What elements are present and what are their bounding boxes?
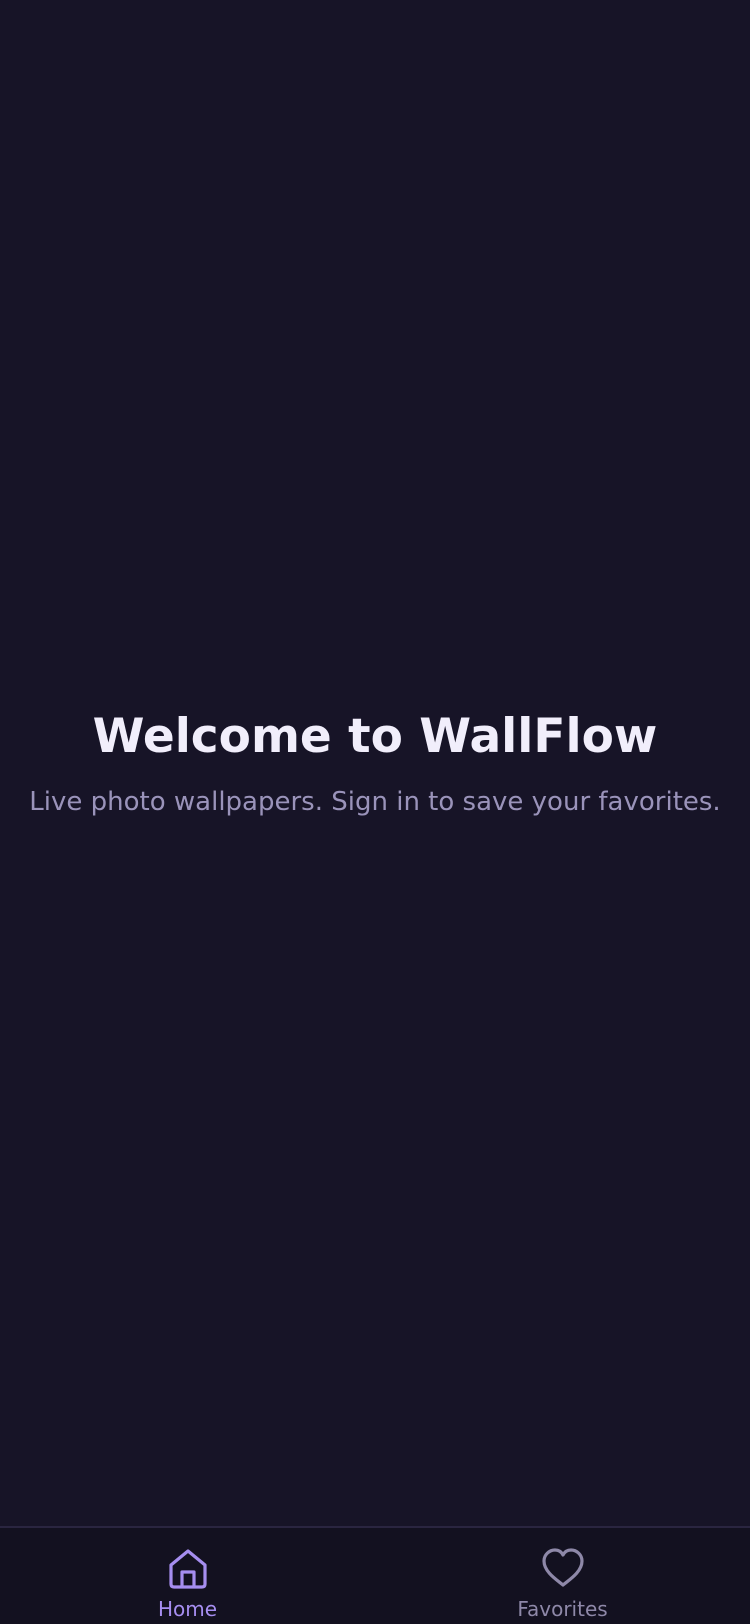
welcome-title: Welcome to WallFlow	[92, 709, 658, 764]
tab-favorites[interactable]: Favorites	[375, 1528, 750, 1624]
app-screen: Welcome to WallFlow Live photo wallpaper…	[0, 0, 750, 1624]
tab-home[interactable]: Home	[0, 1528, 375, 1624]
welcome-subtitle: Live photo wallpapers. Sign in to save y…	[29, 787, 721, 817]
heart-icon	[539, 1544, 587, 1592]
welcome-section: Welcome to WallFlow Live photo wallpaper…	[0, 700, 750, 822]
home-icon	[164, 1544, 212, 1592]
tab-home-label: Home	[157, 1597, 218, 1621]
bottom-tab-bar: Home Favorites	[0, 1526, 750, 1624]
tab-favorites-label: Favorites	[517, 1597, 608, 1621]
